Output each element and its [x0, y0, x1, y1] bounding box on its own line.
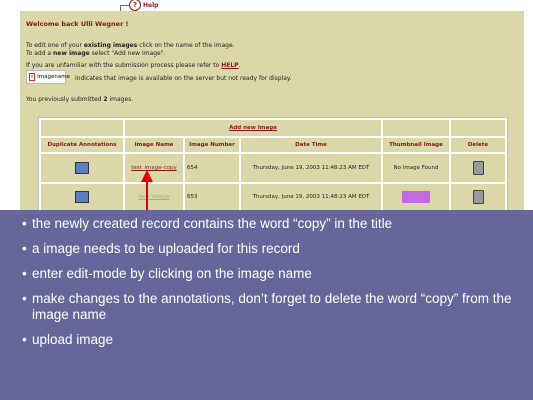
instruction-line-1: To edit one of your existing images clic…	[26, 42, 235, 49]
instruction-text: If you are unfamiliar with the submissio…	[26, 62, 222, 69]
table-row	[41, 184, 123, 210]
submitted-text: images.	[107, 96, 134, 103]
imagename-label: imagename	[37, 74, 70, 80]
duplicate-annotations-icon[interactable]	[75, 191, 89, 203]
duplicate-annotations-icon[interactable]	[75, 162, 89, 174]
bullet-item: make changes to the annotations, don’t f…	[22, 291, 525, 323]
delete-cell	[451, 154, 505, 182]
date-time-cell: Thursday, June 19, 2003 11:48:23 AM EDT	[241, 154, 381, 182]
col-header-image-number: Image Number	[185, 138, 239, 152]
instruction-bold: existing images	[83, 42, 138, 49]
annotation-overlay: the newly created record contains the wo…	[0, 210, 533, 400]
date-time-cell: Thursday, June 19, 2003 11:48:23 AM EDT	[241, 184, 381, 210]
empty-cell	[41, 120, 123, 136]
content-panel: Welcome back Ulli Wegner ! To edit one o…	[20, 11, 524, 213]
broken-image-icon: ×	[29, 73, 36, 81]
col-header-image-name: Image Name	[125, 138, 183, 152]
col-header-delete: Delete	[451, 138, 505, 152]
screenshot-area: ? Help Welcome back Ulli Wegner ! To edi…	[0, 0, 533, 213]
instruction-line-3: If you are unfamiliar with the submissio…	[26, 62, 241, 69]
add-new-image-link[interactable]: Add new Image	[229, 125, 277, 131]
add-new-image-cell: Add new Image	[125, 120, 381, 136]
col-header-thumbnail: Thumbnail Image	[383, 138, 449, 152]
help-link[interactable]: ? Help	[129, 0, 159, 11]
trash-icon[interactable]	[472, 190, 484, 204]
image-name-link[interactable]: test_image	[139, 194, 169, 200]
col-header-date-time: Date Time	[241, 138, 381, 152]
bullet-list: the newly created record contains the wo…	[22, 216, 525, 357]
instruction-text: .	[238, 62, 241, 69]
empty-cell	[383, 120, 449, 136]
help-inline-link[interactable]: HELP	[221, 62, 238, 69]
instruction-text: To edit one of your	[26, 42, 84, 49]
top-strip	[0, 0, 533, 10]
image-name-link[interactable]: test_image-copy	[131, 165, 177, 171]
image-number-cell: 654	[185, 154, 239, 182]
instruction-text: To add a	[26, 50, 54, 57]
image-number-cell: 653	[185, 184, 239, 210]
delete-cell	[451, 184, 505, 210]
imagename-sample: × imagename	[26, 70, 70, 84]
help-label: Help	[143, 1, 159, 9]
images-table: Add new Image Duplicate Annotations Imag…	[38, 117, 508, 213]
submitted-count: You previously submitted 2 images.	[26, 96, 133, 103]
welcome-text: Welcome back Ulli Wegner !	[26, 20, 129, 28]
instruction-text: click on the name of the image.	[137, 42, 235, 49]
thumbnail-cell	[383, 184, 449, 210]
instruction-bold: new image	[53, 50, 90, 57]
thumbnail-cell: No Image Found	[383, 154, 449, 182]
bullet-item: the newly created record contains the wo…	[22, 216, 525, 232]
image-name-cell: test_image	[125, 184, 183, 210]
bullet-item: a image needs to be uploaded for this re…	[22, 241, 525, 257]
image-name-cell: test_image-copy	[125, 154, 183, 182]
empty-cell	[451, 120, 505, 136]
thumbnail-image[interactable]	[402, 191, 430, 203]
bullet-item: upload image	[22, 332, 525, 348]
bullet-item: enter edit-mode by clicking on the image…	[22, 266, 525, 282]
instruction-text: select "Add new Image".	[89, 50, 166, 57]
pointer-arrow-shaft	[146, 180, 148, 210]
col-header-duplicate: Duplicate Annotations	[41, 138, 123, 152]
submitted-text: You previously submitted	[26, 96, 104, 103]
imagename-description: indicates that image is available on the…	[75, 75, 292, 82]
trash-icon[interactable]	[472, 161, 484, 175]
help-icon: ?	[129, 0, 141, 11]
table-row	[41, 154, 123, 182]
instruction-line-2: To add a new image select "Add new Image…	[26, 50, 165, 57]
